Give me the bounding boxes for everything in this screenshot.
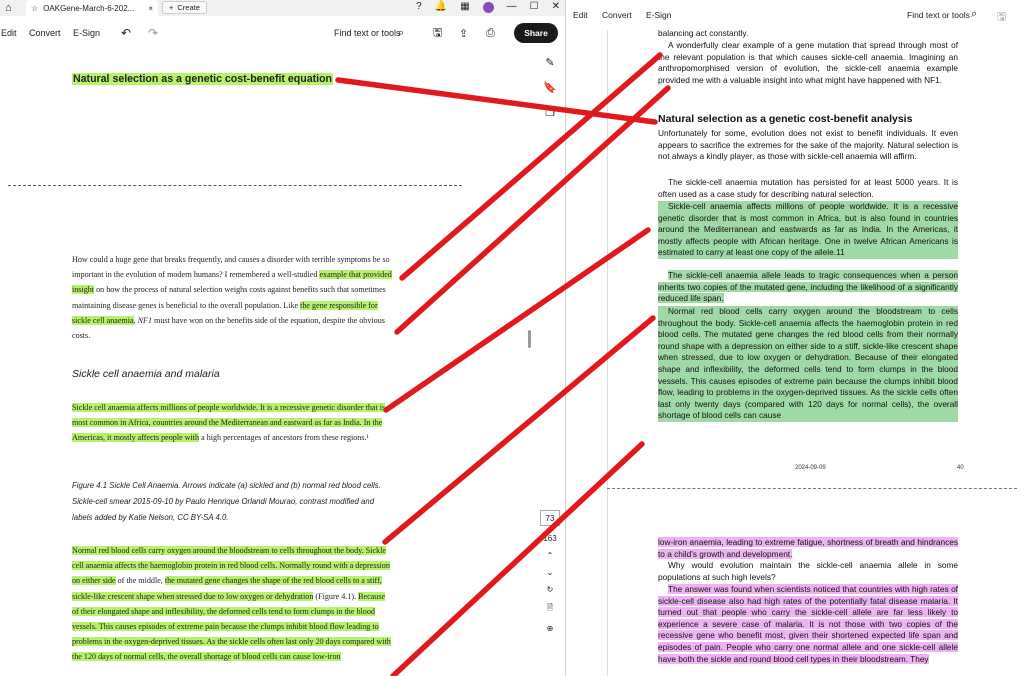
footer-page: 40 xyxy=(957,465,964,471)
find-tools-right[interactable]: Find text or tools xyxy=(907,10,970,20)
right-para-6: low-iron anaemia, leading to extreme fat… xyxy=(658,537,958,560)
right-para-3: Sickle-cell anaemia affects millions of … xyxy=(658,201,958,259)
page-number-input[interactable]: 73 xyxy=(540,510,560,526)
pages-icon[interactable]: ❐ xyxy=(545,106,555,119)
right-para-2: The sickle-cell anaemia mutation has per… xyxy=(658,177,958,200)
right-para-0: A wonderfully clear example of a gene mu… xyxy=(658,40,958,86)
upload-icon[interactable]: ⇪ xyxy=(459,20,468,46)
redo-icon[interactable]: ↷ xyxy=(148,20,158,46)
close-tab-icon[interactable]: × xyxy=(148,4,153,13)
right-para-2-text: The sickle-cell anaemia mutation has per… xyxy=(658,177,958,199)
side-tools: ✎ 🔖 ❐ xyxy=(536,56,564,119)
right-para-0-text: A wonderfully clear example of a gene mu… xyxy=(658,40,958,85)
convert-menu-right[interactable]: Convert xyxy=(602,10,632,20)
edit-menu-right[interactable]: Edit xyxy=(573,10,588,20)
sickle-cell-heading: Sickle cell anaemia and malaria xyxy=(72,368,220,380)
right-para-4: The sickle-cell anaemia allele leads to … xyxy=(658,270,958,305)
page-edge xyxy=(607,30,608,676)
right-para-6-text: low-iron anaemia, leading to extreme fat… xyxy=(658,537,958,559)
page-break xyxy=(8,185,462,186)
bell-icon[interactable]: 🔔 xyxy=(435,1,447,13)
left-acrobat-window: ⌂ ☆ OAKGene-March-6-202... × + Create ? 🔔… xyxy=(0,0,566,676)
right-para-8: The answer was found when scientists not… xyxy=(658,584,958,665)
search-icon[interactable]: ⌕ xyxy=(398,20,404,46)
section-heading-cost-benefit: Natural selection as a genetic cost-bene… xyxy=(72,73,334,85)
right-para-7: Why would evolution maintain the sickle-… xyxy=(658,560,958,583)
page-icon[interactable]: 🗎 xyxy=(547,602,553,616)
help-icon[interactable]: ? xyxy=(416,1,422,13)
right-para-3-text: Sickle-cell anaemia affects millions of … xyxy=(658,201,958,258)
scrollbar-thumb[interactable] xyxy=(528,330,531,348)
search-icon-right[interactable]: ⌕ xyxy=(971,8,977,21)
paragraph-sickle: Sickle cell anaemia affects millions of … xyxy=(72,403,386,443)
footer-date: 2024-09-09 xyxy=(795,465,826,471)
figure-caption: Figure 4.1 Sickle Cell Anaemia. Arrows i… xyxy=(72,481,381,522)
share-button[interactable]: Share xyxy=(514,23,558,43)
page-break-right xyxy=(607,488,1017,489)
document-tab[interactable]: ☆ OAKGene-March-6-202... × xyxy=(26,0,158,16)
window-controls: ? 🔔 ▦ — ☐ ✕ xyxy=(416,1,560,13)
page-total: 163 xyxy=(543,534,557,543)
right-para-5: Normal red blood cells carry oxygen arou… xyxy=(658,306,958,422)
star-icon[interactable]: ☆ xyxy=(31,4,38,13)
right-para-4-text: The sickle-cell anaemia allele leads to … xyxy=(658,270,958,304)
bookmark-icon[interactable]: 🔖 xyxy=(543,81,557,94)
avatar[interactable] xyxy=(482,1,494,13)
plus-icon: + xyxy=(169,3,174,12)
page-navigation: 73 163 ⌃ ⌄ ↻ 🗎 ⊕ xyxy=(536,510,564,633)
home-icon[interactable]: ⌂ xyxy=(5,2,12,14)
right-para-1: Unfortunately for some, evolution does n… xyxy=(658,128,958,162)
right-acrobat-window: Edit Convert E-Sign Find text or tools ⌕… xyxy=(567,0,1024,676)
minimize-icon[interactable]: — xyxy=(507,1,517,13)
right-heading: Natural selection as a genetic cost-bene… xyxy=(658,113,913,125)
save-icon[interactable]: 🖫 xyxy=(433,20,442,46)
zoom-in-icon[interactable]: ⊕ xyxy=(547,624,554,633)
print-icon[interactable]: ⎙ xyxy=(486,20,495,46)
close-icon[interactable]: ✕ xyxy=(552,1,560,13)
maximize-icon[interactable]: ☐ xyxy=(530,1,539,13)
tab-title: OAKGene-March-6-202... xyxy=(43,3,135,13)
right-top-line: balancing act constantly. xyxy=(658,28,749,38)
rotate-icon[interactable]: ↻ xyxy=(547,585,554,594)
create-label: Create xyxy=(177,3,200,12)
right-para-7-text: Why would evolution maintain the sickle-… xyxy=(658,560,958,582)
create-button[interactable]: + Create xyxy=(162,1,207,14)
tab-bar: ⌂ ☆ OAKGene-March-6-202... × + Create ? 🔔… xyxy=(0,0,565,16)
esign-menu-right[interactable]: E-Sign xyxy=(646,10,672,20)
find-tools[interactable]: Find text or tools xyxy=(334,20,401,46)
right-para-8-text: The answer was found when scientists not… xyxy=(658,584,958,664)
esign-menu[interactable]: E-Sign xyxy=(73,20,100,46)
apps-icon[interactable]: ▦ xyxy=(460,1,469,13)
paragraph-intro: How could a huge gene that breaks freque… xyxy=(72,255,392,341)
edit-menu[interactable]: Edit xyxy=(1,20,17,46)
chevron-up-icon[interactable]: ⌃ xyxy=(547,551,554,560)
right-para-5-text: Normal red blood cells carry oxygen arou… xyxy=(658,306,958,421)
save-icon-right[interactable]: 🖫 xyxy=(997,8,1006,27)
convert-menu[interactable]: Convert xyxy=(29,20,61,46)
undo-icon[interactable]: ↶ xyxy=(121,20,131,46)
paragraph-blood-cells: Normal red blood cells carry oxygen arou… xyxy=(72,546,391,662)
chevron-down-icon[interactable]: ⌄ xyxy=(547,568,554,577)
comment-icon[interactable]: ✎ xyxy=(545,56,554,69)
